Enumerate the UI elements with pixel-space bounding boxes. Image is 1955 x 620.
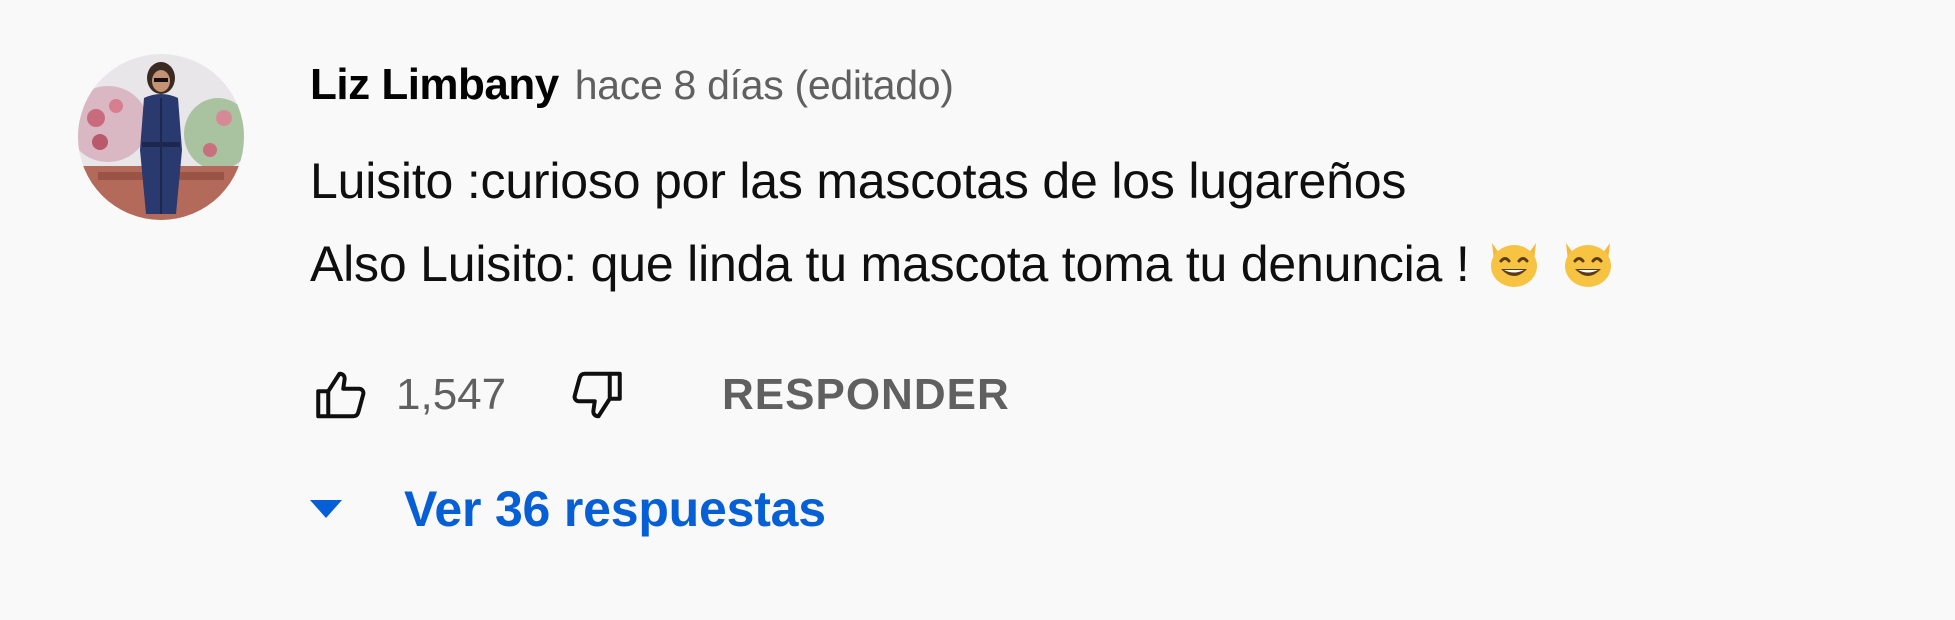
comment-thread: Liz Limbany hace 8 días (editado) Luisit…	[0, 0, 1955, 620]
comment-action-bar: 1,547 RESPONDER	[310, 365, 1010, 425]
grinning-cat-emoji-icon	[1558, 231, 1618, 291]
comment-timestamp[interactable]: hace 8 días (editado)	[575, 62, 954, 109]
author-name[interactable]: Liz Limbany	[310, 60, 559, 110]
thumbs-up-icon	[316, 371, 366, 419]
grinning-cat-emoji-icon	[1484, 231, 1544, 291]
dislike-button[interactable]	[564, 363, 628, 427]
comment-text-line: Luisito :curioso por las mascotas de los…	[310, 153, 1407, 209]
caret-down-icon	[310, 500, 342, 518]
like-count: 1,547	[396, 370, 507, 419]
reply-button[interactable]: RESPONDER	[722, 370, 1010, 420]
view-replies-label: Ver 36 respuestas	[404, 481, 826, 537]
comment-header: Liz Limbany hace 8 días (editado)	[310, 60, 1915, 118]
comment-text: Luisito :curioso por las mascotas de los…	[310, 140, 1915, 306]
like-button[interactable]	[310, 363, 374, 427]
view-replies-button[interactable]: Ver 36 respuestas	[306, 480, 826, 538]
comment-text-line-content: Also Luisito: que linda tu mascota toma …	[310, 236, 1470, 292]
comment-text-line: Also Luisito: que linda tu mascota toma …	[310, 223, 1915, 306]
thumbs-down-icon	[572, 371, 622, 419]
avatar-image	[78, 54, 244, 220]
comment-body: Liz Limbany hace 8 días (editado) Luisit…	[310, 60, 1915, 306]
avatar[interactable]	[78, 54, 244, 220]
